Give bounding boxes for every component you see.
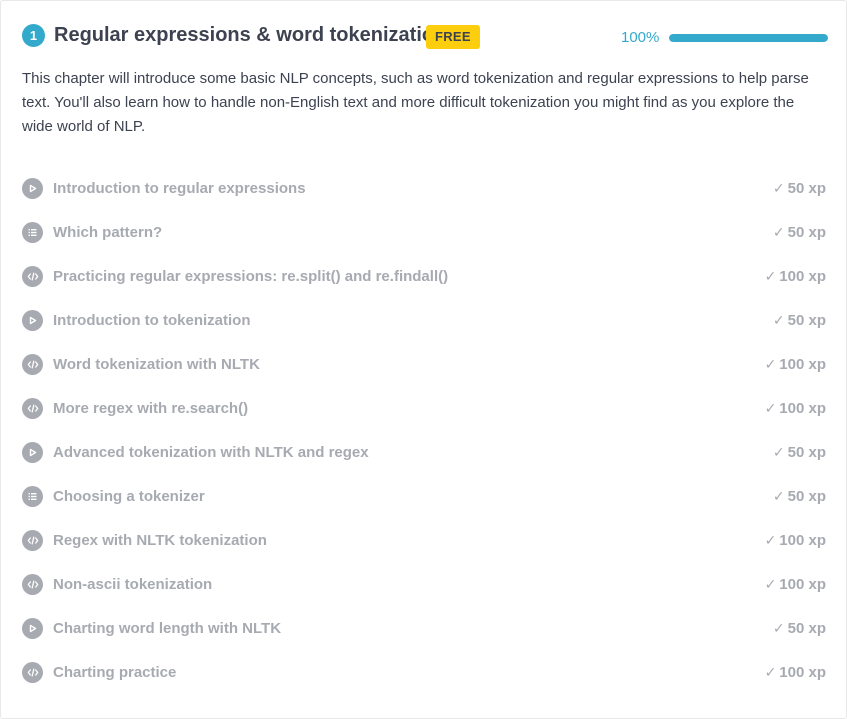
chapter-title[interactable]: Regular expressions & word tokenization [54,22,446,48]
exercise-item[interactable]: Charting word length with NLTK ✓ 50 xp [22,606,826,650]
exercise-title[interactable]: Regex with NLTK tokenization [53,532,267,549]
free-badge: FREE [426,25,480,49]
exercise-xp-value: 50 xp [787,311,826,329]
exercise-xp: ✓ 100 xp [765,576,826,593]
exercise-xp-value: 100 xp [779,399,826,417]
exercise-list: Introduction to regular expressions ✓ 50 … [22,166,826,694]
exercise-xp-value: 50 xp [787,487,826,505]
exercise-xp-value: 100 xp [779,355,826,373]
exercise-xp-value: 100 xp [779,267,826,285]
exercise-title[interactable]: Introduction to regular expressions [53,180,306,197]
progress-bar-fill [669,34,828,42]
chapter-header: 1 Regular expressions & word tokenizatio… [22,22,828,50]
check-icon: ✓ [764,399,777,416]
play-icon [22,309,43,331]
exercise-xp-value: 100 xp [779,663,826,681]
exercise-item[interactable]: Regex with NLTK tokenization ✓ 100 xp [22,518,826,562]
list-icon [22,221,43,243]
play-icon [22,177,43,199]
check-icon: ✓ [764,575,777,592]
exercise-xp-value: 100 xp [779,531,826,549]
play-icon [22,617,43,639]
exercise-title[interactable]: Introduction to tokenization [53,312,250,329]
exercise-title[interactable]: Which pattern? [53,224,162,241]
exercise-xp: ✓ 50 xp [773,620,826,637]
exercise-xp: ✓ 50 xp [773,224,826,241]
chapter-number-badge: 1 [22,24,45,47]
check-icon: ✓ [772,443,785,460]
check-icon: ✓ [772,619,785,636]
chapter-card: 1 Regular expressions & word tokenizatio… [0,0,847,719]
check-icon: ✓ [764,531,777,548]
exercise-xp-value: 50 xp [787,619,826,637]
exercise-xp: ✓ 50 xp [773,488,826,505]
exercise-xp: ✓ 100 xp [765,532,826,549]
play-icon [22,441,43,463]
exercise-item[interactable]: Charting practice ✓ 100 xp [22,650,826,694]
exercise-item[interactable]: Non-ascii tokenization ✓ 100 xp [22,562,826,606]
exercise-xp: ✓ 50 xp [773,312,826,329]
progress-percent: 100% [621,29,660,46]
check-icon: ✓ [764,663,777,680]
exercise-xp-value: 50 xp [787,443,826,461]
exercise-xp-value: 100 xp [779,575,826,593]
exercise-xp: ✓ 50 xp [773,444,826,461]
code-icon [22,529,43,551]
exercise-title[interactable]: Choosing a tokenizer [53,488,205,505]
check-icon: ✓ [772,223,785,240]
code-icon [22,265,43,287]
exercise-xp-value: 50 xp [787,223,826,241]
exercise-xp: ✓ 100 xp [765,268,826,285]
exercise-title[interactable]: Practicing regular expressions: re.split… [53,268,448,285]
exercise-xp-value: 50 xp [787,179,826,197]
exercise-item[interactable]: Choosing a tokenizer ✓ 50 xp [22,474,826,518]
exercise-title[interactable]: Charting practice [53,664,176,681]
exercise-item[interactable]: Which pattern? ✓ 50 xp [22,210,826,254]
exercise-title[interactable]: Charting word length with NLTK [53,620,281,637]
progress-bar [669,34,828,42]
exercise-xp: ✓ 100 xp [765,400,826,417]
exercise-item[interactable]: Introduction to tokenization ✓ 50 xp [22,298,826,342]
exercise-xp: ✓ 100 xp [765,356,826,373]
exercise-item[interactable]: More regex with re.search() ✓ 100 xp [22,386,826,430]
code-icon [22,573,43,595]
list-icon [22,485,43,507]
check-icon: ✓ [764,355,777,372]
exercise-item[interactable]: Advanced tokenization with NLTK and rege… [22,430,826,474]
exercise-item[interactable]: Practicing regular expressions: re.split… [22,254,826,298]
exercise-title[interactable]: Word tokenization with NLTK [53,356,260,373]
code-icon [22,397,43,419]
check-icon: ✓ [772,311,785,328]
exercise-xp: ✓ 100 xp [765,664,826,681]
exercise-xp: ✓ 50 xp [773,180,826,197]
exercise-title[interactable]: Advanced tokenization with NLTK and rege… [53,444,369,461]
exercise-item[interactable]: Word tokenization with NLTK ✓ 100 xp [22,342,826,386]
exercise-title[interactable]: More regex with re.search() [53,400,248,417]
check-icon: ✓ [772,487,785,504]
check-icon: ✓ [764,267,777,284]
exercise-item[interactable]: Introduction to regular expressions ✓ 50 … [22,166,826,210]
exercise-title[interactable]: Non-ascii tokenization [53,576,212,593]
code-icon [22,661,43,683]
code-icon [22,353,43,375]
check-icon: ✓ [772,179,785,196]
chapter-description: This chapter will introduce some basic N… [22,70,809,135]
